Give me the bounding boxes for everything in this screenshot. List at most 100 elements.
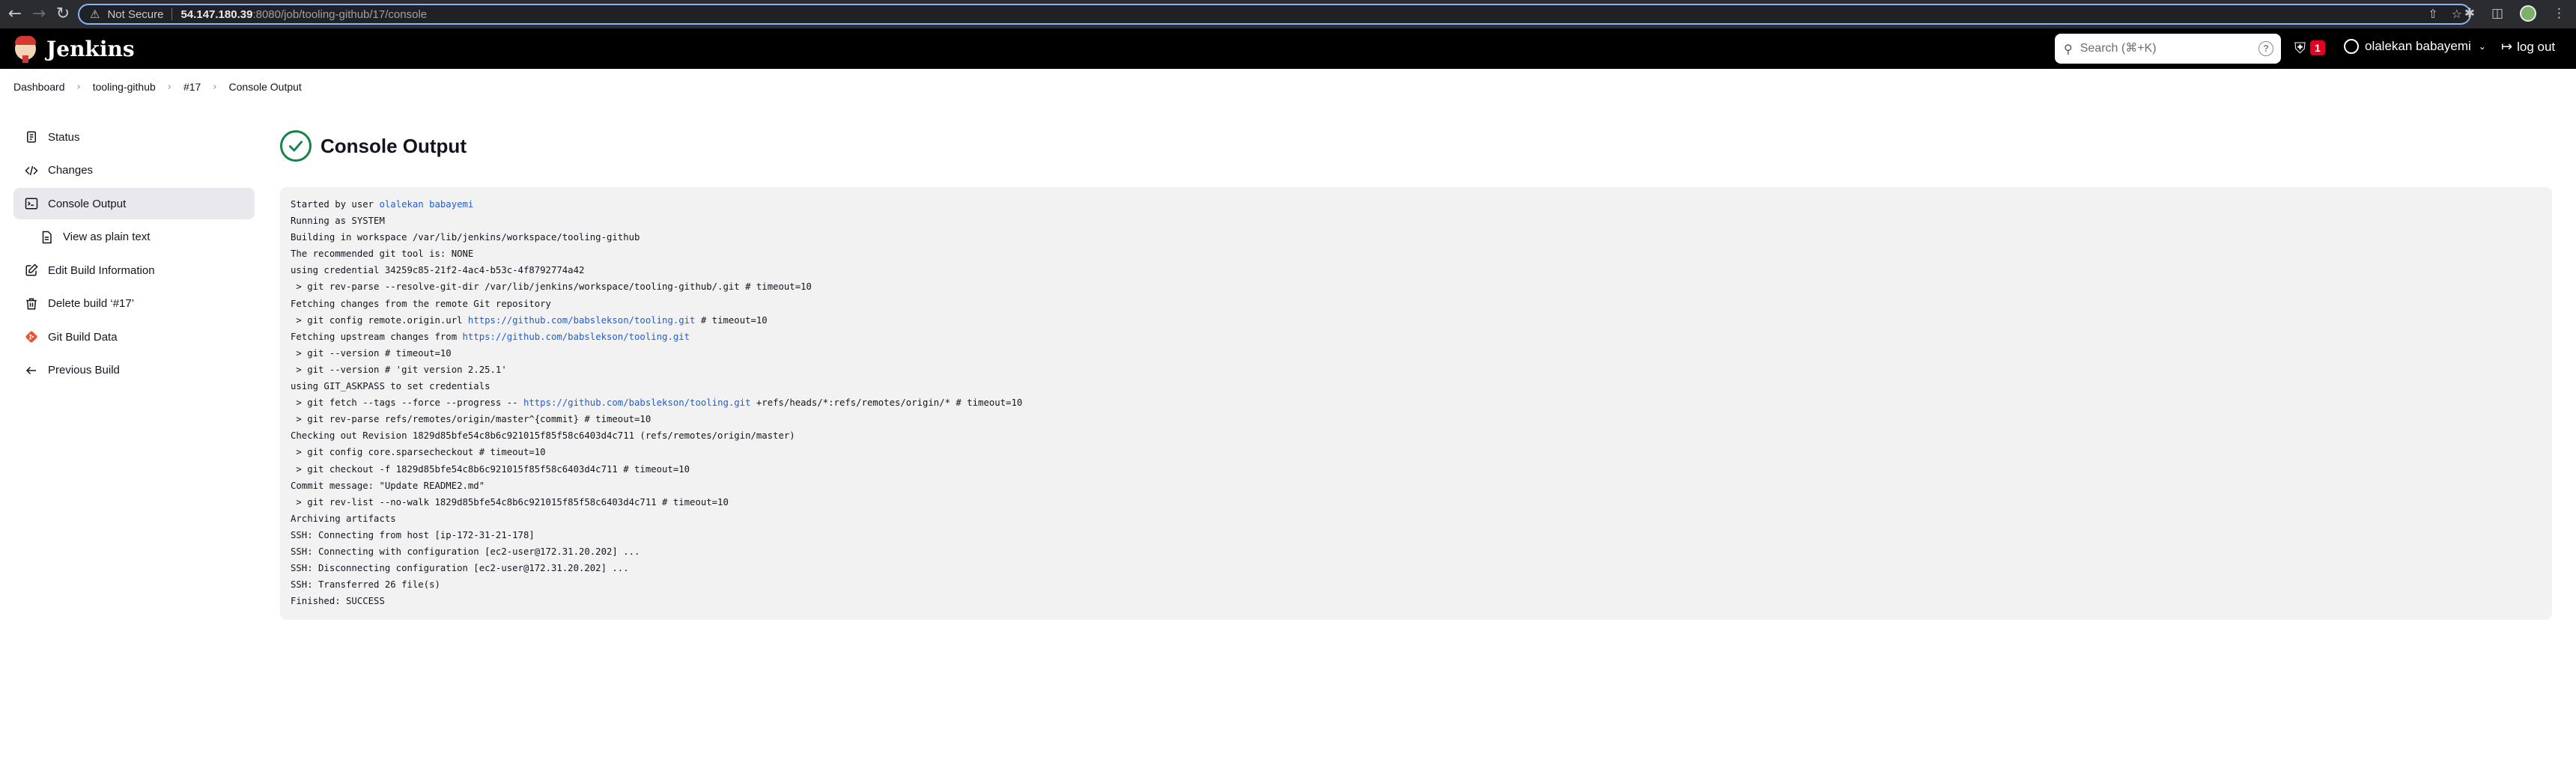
arrow-left-icon	[24, 363, 39, 378]
sidebar-item-label: Changes	[48, 164, 94, 177]
breadcrumb: Dashboard › tooling-github › #17 › Conso…	[13, 78, 302, 96]
reload-icon[interactable]: ↻	[54, 5, 72, 23]
sidebar-item-status[interactable]: Status	[13, 121, 255, 153]
sidebar-item-label: Edit Build Information	[48, 263, 155, 277]
breadcrumb-dashboard[interactable]: Dashboard	[13, 79, 65, 94]
console-line-text: Building in workspace /var/lib/jenkins/w…	[291, 232, 640, 243]
console-line-text: SSH: Connecting from host [ip-172-31-21-…	[291, 529, 535, 540]
console-line-text: > git config core.sparsecheckout # timeo…	[291, 447, 546, 458]
console-line: > git checkout -f 1829d85bfe54c8b6c92101…	[291, 461, 2542, 478]
breadcrumb-job[interactable]: tooling-github	[93, 79, 156, 94]
url-divider	[171, 8, 172, 20]
console-line-text: The recommended git tool is: NONE	[291, 249, 474, 260]
console-line: SSH: Connecting with configuration [ec2-…	[291, 543, 2542, 560]
git-icon	[24, 329, 39, 344]
user-name: olalekan babayemi	[2365, 39, 2471, 53]
logout-link[interactable]: ↦ log out	[2501, 39, 2555, 55]
sidebar: Status Changes Console Output View as pl…	[13, 121, 255, 388]
console-line-text: Finished: SUCCESS	[291, 596, 385, 607]
console-line-text: Checking out Revision 1829d85bfe54c8b6c9…	[291, 430, 795, 442]
jenkins-logo-text: Jenkins	[46, 36, 135, 61]
jenkins-logo[interactable]: Jenkins	[12, 34, 135, 63]
console-line: using credential 34259c85-21f2-4ac4-b53c…	[291, 262, 2542, 278]
sidebar-item-console-output[interactable]: Console Output	[13, 188, 255, 219]
console-line: Fetching changes from the remote Git rep…	[291, 296, 2542, 312]
security-label: Not Secure	[107, 7, 164, 21]
success-check-icon	[280, 130, 312, 162]
console-line-text: Fetching changes from the remote Git rep…	[291, 298, 551, 309]
status-icon	[24, 129, 39, 144]
console-link[interactable]: https://github.com/babslekson/tooling.gi…	[468, 315, 696, 326]
chevron-right-icon: ›	[76, 81, 81, 93]
console-line: Building in workspace /var/lib/jenkins/w…	[291, 229, 2542, 246]
console-line-text: SSH: Connecting with configuration [ec2-…	[291, 546, 640, 557]
console-line: using GIT_ASKPASS to set credentials	[291, 378, 2542, 394]
bookmark-star-icon[interactable]: ☆	[2452, 7, 2462, 21]
console-line-text: > git fetch --tags --force --progress --	[291, 397, 523, 409]
profile-avatar[interactable]	[2520, 5, 2536, 22]
sidebar-item-changes[interactable]: Changes	[13, 155, 255, 186]
console-line-text: > git config remote.origin.url	[291, 314, 468, 326]
chevron-down-icon: ⌄	[2478, 41, 2486, 52]
console-line-suffix: # timeout=10	[695, 314, 768, 326]
chevron-right-icon: ›	[213, 81, 217, 93]
console-link[interactable]: https://github.com/babslekson/tooling.gi…	[523, 397, 751, 408]
user-menu[interactable]: olalekan babayemi ⌄	[2344, 39, 2486, 54]
console-line: > git --version # timeout=10	[291, 345, 2542, 362]
search-box[interactable]: ⚲ ?	[2055, 34, 2281, 64]
browser-toolbar: ← → ↻ ⚠ Not Secure 54.147.180.39 :8080/j…	[0, 0, 2576, 28]
search-input[interactable]	[2080, 42, 2245, 55]
user-icon	[2344, 39, 2359, 54]
sidebar-item-label: Delete build ‘#17’	[48, 297, 135, 310]
console-line: > git rev-list --no-walk 1829d85bfe54c8b…	[291, 494, 2542, 510]
console-line: > git --version # 'git version 2.25.1'	[291, 362, 2542, 378]
search-icon: ⚲	[2064, 41, 2073, 56]
sidebar-item-label: Console Output	[48, 197, 127, 210]
console-line: > git rev-parse --resolve-git-dir /var/l…	[291, 278, 2542, 295]
console-line: Running as SYSTEM	[291, 213, 2542, 229]
sidebar-item-label: Git Build Data	[48, 330, 118, 344]
console-line: Finished: SUCCESS	[291, 593, 2542, 609]
share-icon[interactable]: ⇧	[2428, 7, 2437, 21]
sidebar-item-label: Previous Build	[48, 364, 120, 377]
console-link[interactable]: https://github.com/babslekson/tooling.gi…	[463, 332, 690, 342]
help-icon[interactable]: ?	[2258, 41, 2273, 56]
sidebar-item-previous-build[interactable]: Previous Build	[13, 355, 255, 386]
console-line-text: Started by user	[291, 199, 380, 210]
chevron-right-icon: ›	[167, 81, 171, 93]
console-line-text: > git --version # timeout=10	[291, 347, 452, 359]
console-link[interactable]: olalekan babayemi	[379, 199, 473, 210]
sidebar-item-edit-build-information[interactable]: Edit Build Information	[13, 254, 255, 286]
breadcrumb-console-output[interactable]: Console Output	[229, 79, 302, 94]
alert-badge: 1	[2310, 40, 2325, 55]
forward-icon[interactable]: →	[30, 5, 48, 23]
console-line-text: Fetching upstream changes from	[291, 331, 463, 342]
url-host: 54.147.180.39	[180, 7, 253, 21]
sidebar-item-label: Status	[48, 130, 80, 144]
console-line-text: SSH: Transferred 26 file(s)	[291, 579, 440, 591]
console-line: Archiving artifacts	[291, 510, 2542, 527]
console-line: The recommended git tool is: NONE	[291, 246, 2542, 262]
url-path: :8080/job/tooling-github/17/console	[252, 7, 428, 21]
extensions-icon[interactable]: ✱	[2464, 6, 2475, 21]
console-line: Fetching upstream changes from https://g…	[291, 329, 2542, 345]
sidebar-item-view-plain-text[interactable]: View as plain text	[13, 222, 255, 253]
console-line-text: > git rev-list --no-walk 1829d85bfe54c8b…	[291, 496, 729, 507]
shield-icon: ⛨	[2294, 39, 2306, 57]
page-title-row: Console Output	[280, 127, 2552, 165]
address-bar[interactable]: ⚠ Not Secure 54.147.180.39 :8080/job/too…	[78, 4, 2471, 25]
back-icon[interactable]: ←	[6, 5, 24, 23]
breadcrumb-build[interactable]: #17	[183, 79, 201, 94]
sidebar-item-label: View as plain text	[63, 231, 151, 243]
security-alerts[interactable]: ⛨ 1	[2294, 39, 2325, 57]
console-line: SSH: Disconnecting configuration [ec2-us…	[291, 560, 2542, 576]
console-line: > git config remote.origin.url https://g…	[291, 312, 2542, 329]
sidebar-item-git-build-data[interactable]: Git Build Data	[13, 321, 255, 353]
console-line: > git config core.sparsecheckout # timeo…	[291, 444, 2542, 460]
console-line-text: > git checkout -f 1829d85bfe54c8b6c92101…	[291, 463, 690, 475]
sidebar-item-delete-build[interactable]: Delete build ‘#17’	[13, 288, 255, 320]
code-icon	[24, 163, 39, 178]
console-output-log: Started by user olalekan babayemi Running…	[280, 187, 2552, 621]
sidepanel-icon[interactable]: ◫	[2491, 6, 2503, 21]
menu-kebab-icon[interactable]: ⋮	[2553, 6, 2566, 21]
